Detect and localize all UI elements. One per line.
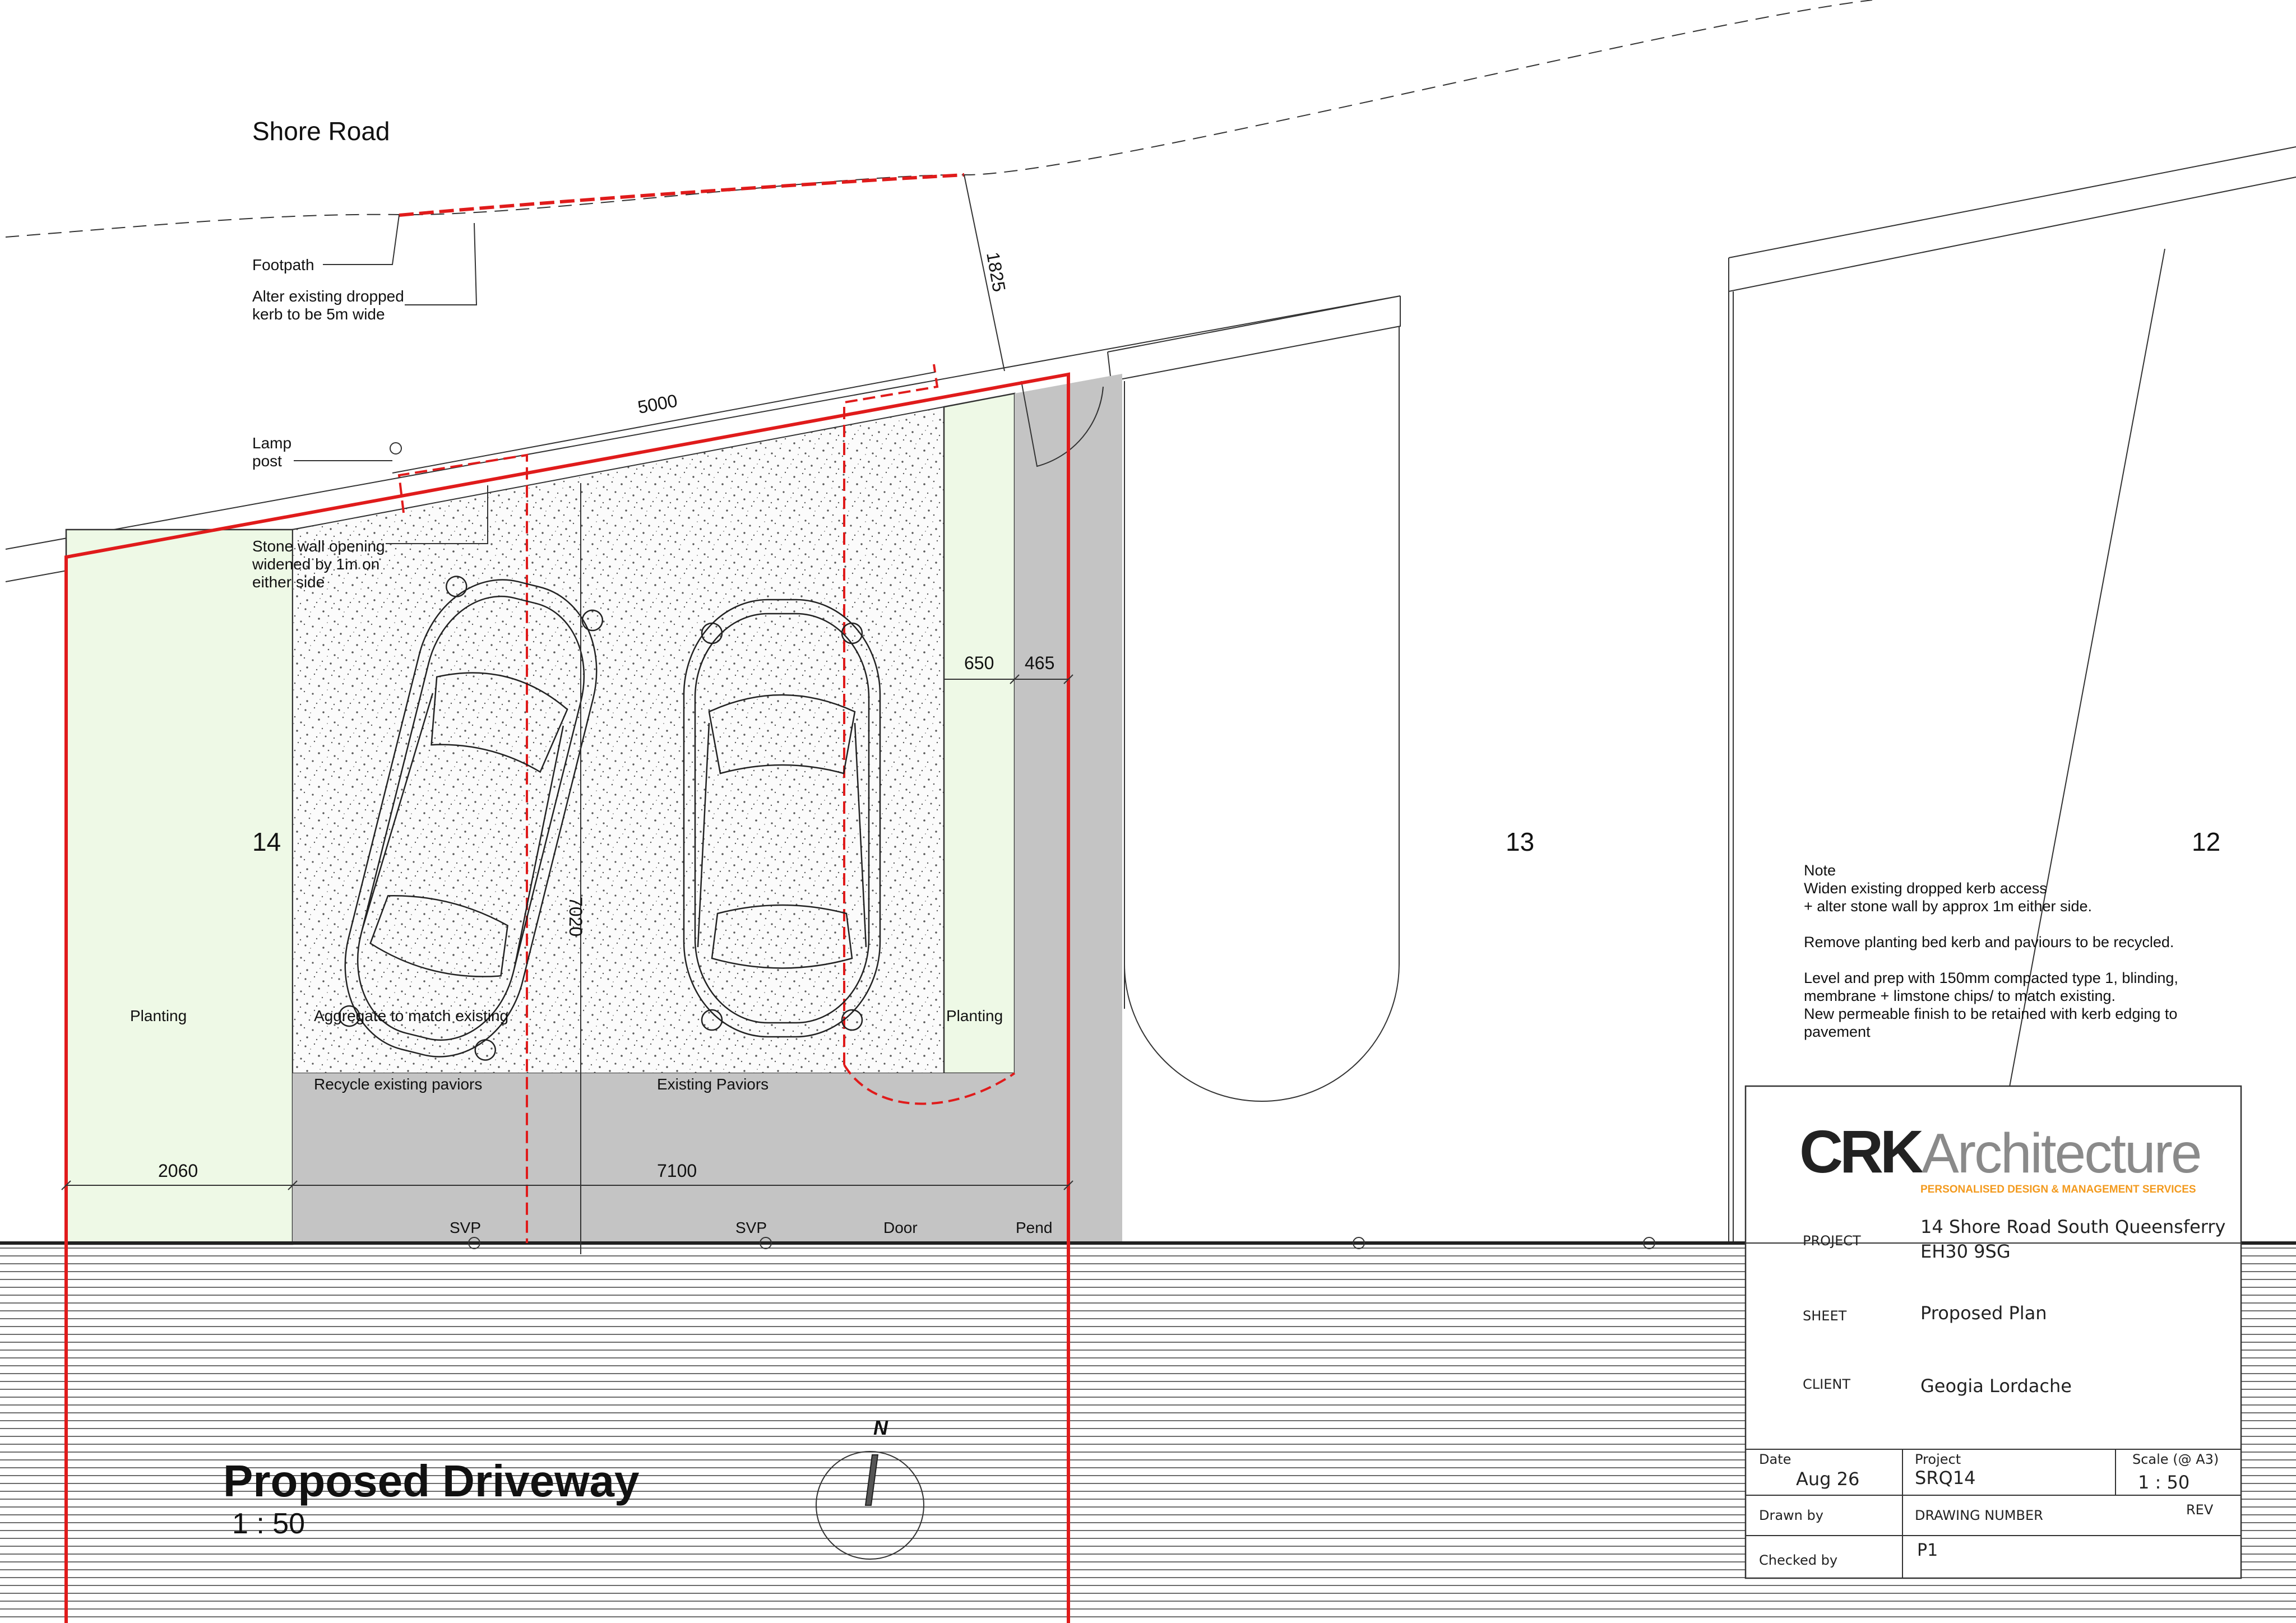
- recycle-paviors-label: Recycle existing paviors: [314, 1075, 482, 1093]
- planting-left-label: Planting: [130, 1007, 187, 1024]
- note-line-7: pavement: [1804, 1023, 1871, 1040]
- north-label: N: [873, 1416, 888, 1439]
- pend-label: Pend: [1016, 1219, 1052, 1236]
- gravel-driveway: [292, 406, 945, 1074]
- note-line-6: New permeable finish to be retained with…: [1804, 1005, 2177, 1022]
- aggregate-label: Aggregate to match existing: [314, 1007, 508, 1024]
- drawing-scale: 1 : 50: [232, 1508, 305, 1540]
- logo-crk: CRK: [1799, 1117, 1923, 1185]
- client-value: Geogia Lordache: [1920, 1375, 2072, 1397]
- dimension-7100: 7100: [657, 1161, 697, 1181]
- project-line2: EH30 9SG: [1920, 1241, 2011, 1262]
- dimension-650: 650: [964, 653, 994, 673]
- drawing-number-value: P1: [1917, 1541, 1938, 1560]
- note-line-3: Remove planting bed kerb and paviours to…: [1804, 934, 2174, 950]
- dimension-5000: 5000: [636, 391, 679, 418]
- stone-wall-line1: Stone wall opening: [252, 537, 385, 555]
- dimension-465: 465: [1025, 653, 1054, 673]
- scale-label: Scale (@ A3): [2132, 1452, 2219, 1467]
- house-13-bay: [1124, 326, 1400, 1102]
- house-number-13: 13: [1506, 827, 1534, 856]
- house-number-14: 14: [252, 827, 281, 856]
- date-value: Aug 26: [1796, 1468, 1859, 1490]
- logo-tagline: PERSONALISED DESIGN & MANAGEMENT SERVICE…: [1920, 1184, 2196, 1195]
- building-line-12-lower: [1728, 177, 2296, 292]
- logo-architecture: Architecture: [1922, 1122, 2201, 1185]
- date-label: Date: [1759, 1452, 1791, 1467]
- note-line-4: Level and prep with 150mm compacted type…: [1804, 970, 2178, 986]
- dropped-kerb-line: [399, 173, 965, 217]
- footpath-leader: [323, 215, 400, 265]
- sheet-value: Proposed Plan: [1920, 1302, 2047, 1324]
- client-label: CLIENT: [1803, 1376, 1850, 1392]
- sheet-label: SHEET: [1803, 1308, 1847, 1324]
- note-line-1: Widen existing dropped kerb access: [1804, 880, 2047, 897]
- drawn-by-label: Drawn by: [1759, 1508, 1823, 1523]
- project-number-label: Project: [1915, 1452, 1961, 1467]
- building-line-12: [1728, 146, 2296, 258]
- rev-label: REV: [2186, 1502, 2214, 1518]
- planting-bed-left: [65, 528, 294, 1245]
- kerb-note-line2: kerb to be 5m wide: [252, 305, 385, 323]
- lamp-post-symbol: [390, 442, 402, 455]
- kerb-note-leader: [405, 222, 478, 305]
- scale-value: 1 : 50: [2138, 1472, 2189, 1493]
- house-number-12: 12: [2192, 827, 2220, 856]
- svp-label-2: SVP: [735, 1219, 767, 1236]
- stone-wall-line2: widened by 1m on: [252, 555, 379, 573]
- planting-right-label: Planting: [946, 1007, 1003, 1024]
- project-label: PROJECT: [1803, 1233, 1861, 1249]
- lamp-label-line1: Lamp: [252, 434, 291, 452]
- planting-bed-right: [943, 392, 1016, 1074]
- lamp-label-line2: post: [252, 452, 282, 470]
- project-line1: 14 Shore Road South Queensferry: [1920, 1216, 2225, 1237]
- dimension-2060: 2060: [158, 1161, 198, 1181]
- existing-paviors-label: Existing Paviors: [657, 1075, 769, 1093]
- drawing-number-label: DRAWING NUMBER: [1915, 1508, 2043, 1523]
- door-label: Door: [883, 1219, 918, 1236]
- note-line-2: + alter stone wall by approx 1m either s…: [1804, 898, 2092, 915]
- svp-label-1: SVP: [450, 1219, 481, 1236]
- project-number-value: SRQ14: [1915, 1467, 1975, 1488]
- checked-by-label: Checked by: [1759, 1552, 1837, 1568]
- existing-paviors-area: [293, 1073, 1122, 1244]
- note-heading: Note: [1804, 862, 1836, 879]
- road-name: Shore Road: [252, 117, 390, 146]
- site-plan-drawing: Shore Road Footpath Alter existing dropp…: [0, 0, 2296, 1623]
- footpath-label: Footpath: [252, 256, 314, 273]
- dimension-7020: 7020: [566, 897, 586, 936]
- wall-13-outline: [1107, 296, 1401, 382]
- note-line-5: membrane + limstone chips/ to match exis…: [1804, 987, 2116, 1004]
- drawing-title: Proposed Driveway: [223, 1456, 640, 1506]
- stone-wall-line3: either side: [252, 573, 325, 591]
- kerb-note-line1: Alter existing dropped: [252, 287, 404, 305]
- building-line-13-top: [1107, 295, 1401, 353]
